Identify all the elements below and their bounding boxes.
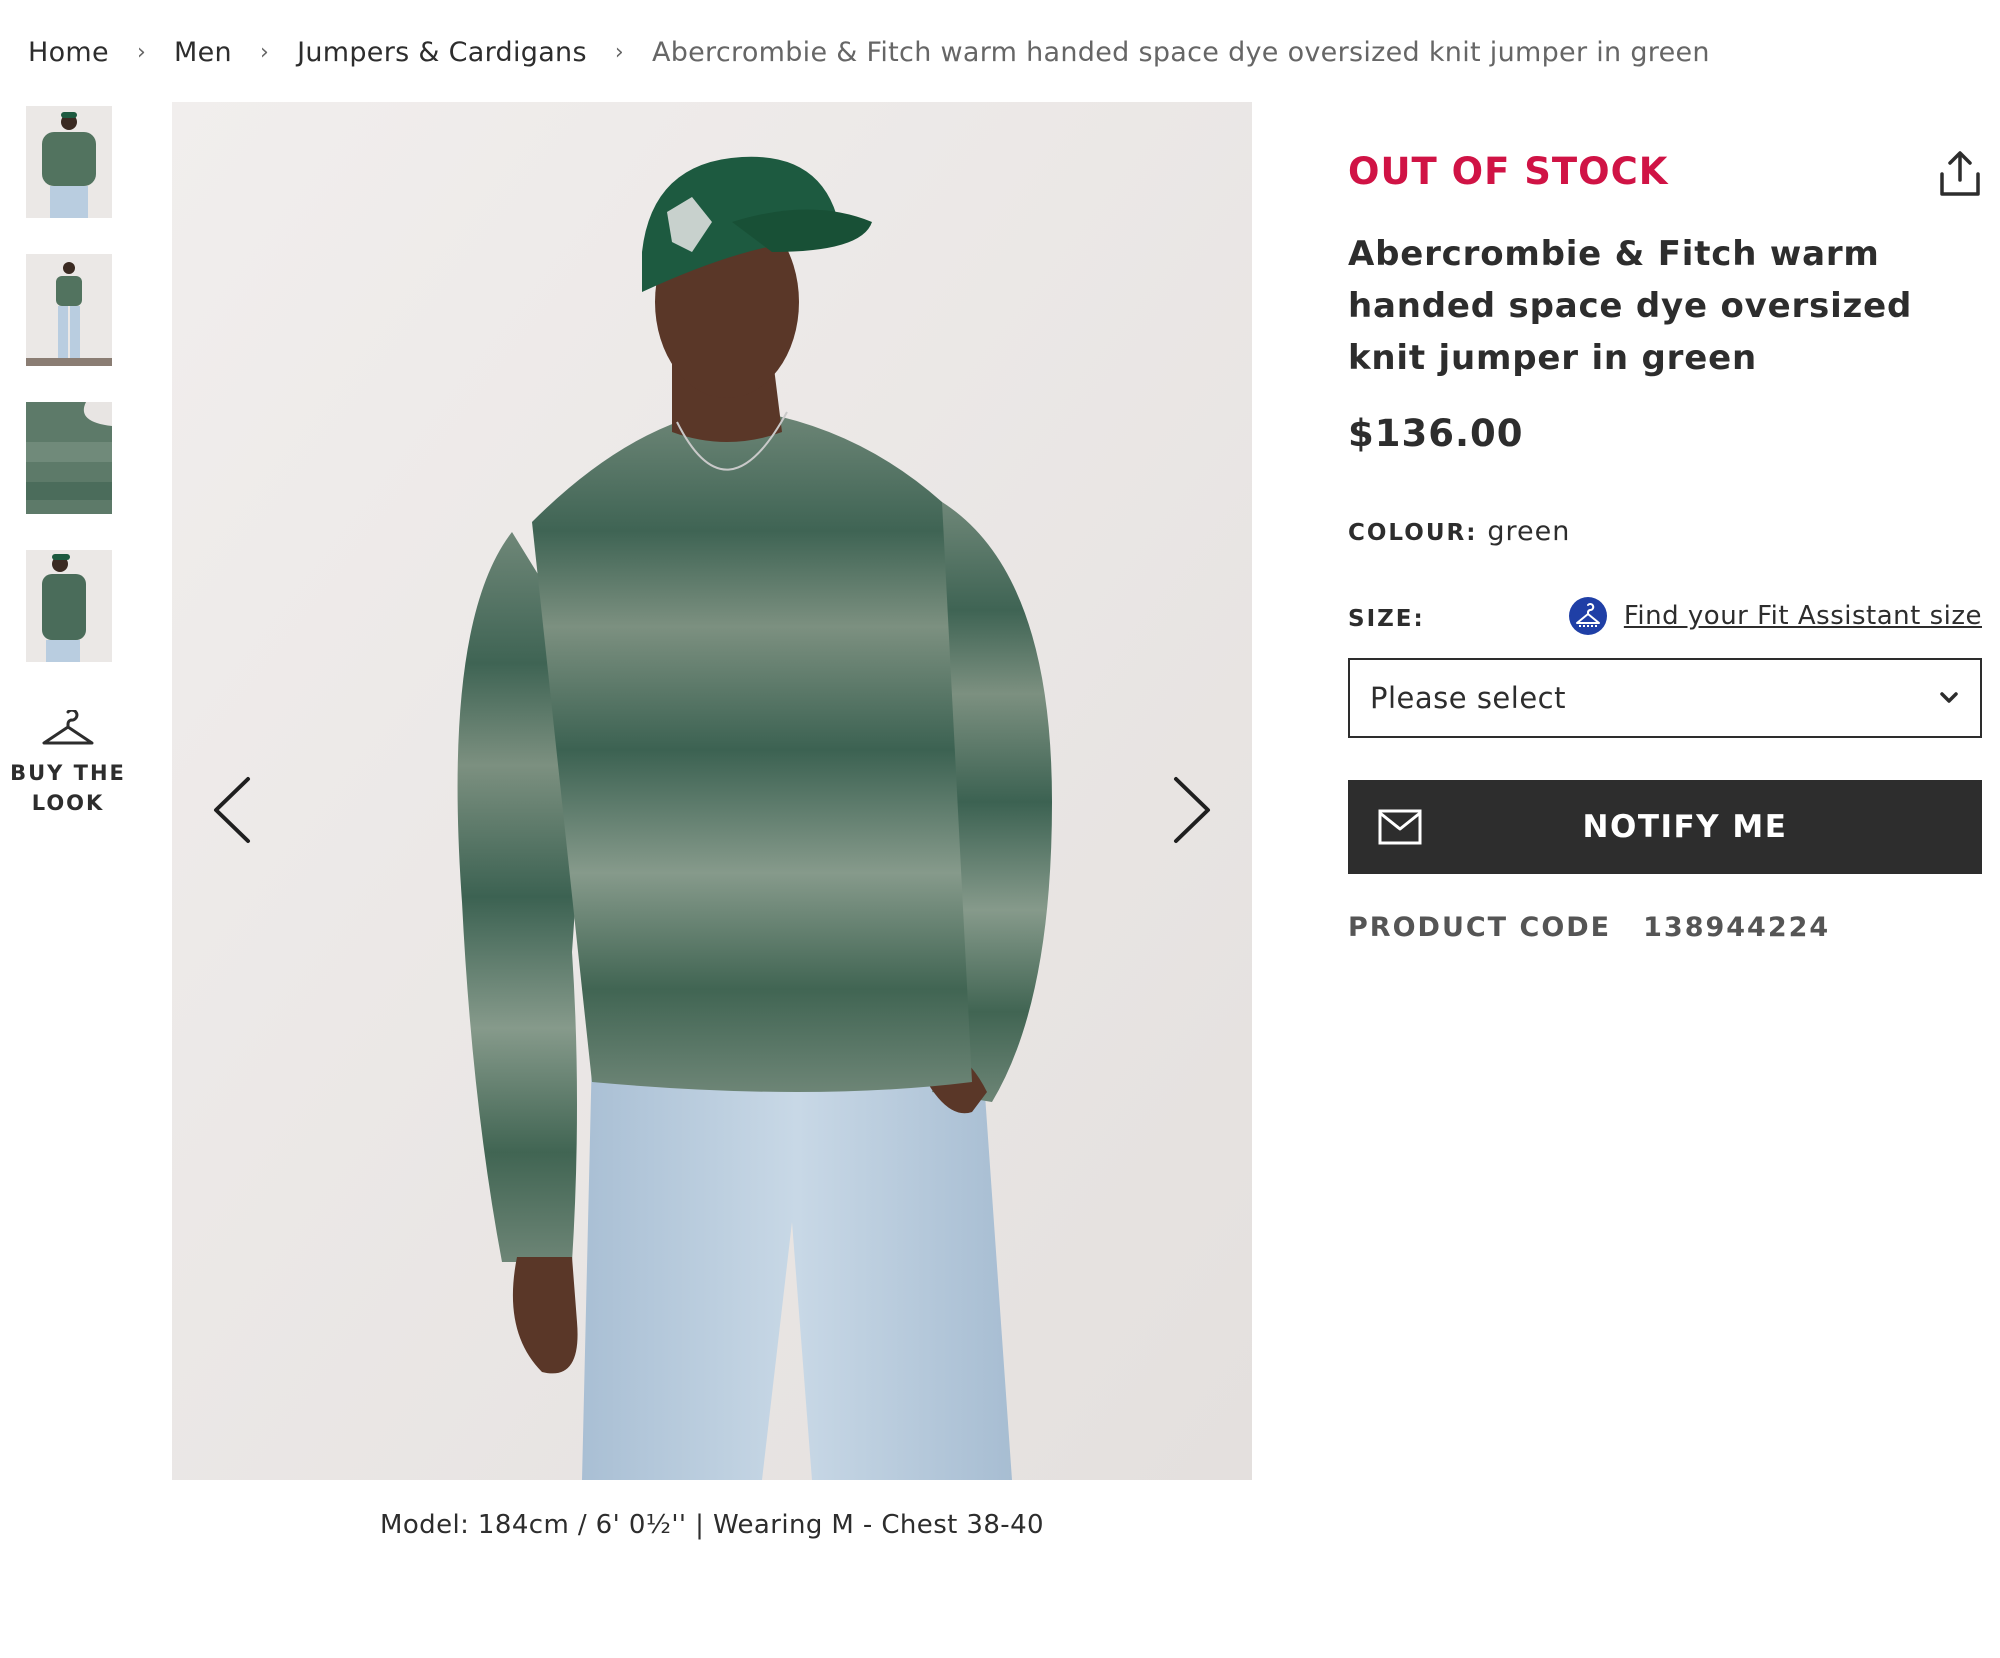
main-product-image (172, 102, 1252, 1480)
breadcrumb: Home › Men › Jumpers & Cardigans › Aberc… (28, 32, 1710, 72)
colour-value: green (1487, 516, 1571, 547)
share-button[interactable] (1938, 150, 1982, 198)
product-photo (172, 102, 1252, 1480)
breadcrumb-separator: › (259, 39, 270, 65)
product-code: PRODUCT CODE 138944224 (1348, 912, 1830, 943)
colour-row: COLOUR: green (1348, 516, 1570, 547)
mail-icon (1378, 809, 1422, 845)
previous-image-button[interactable] (202, 765, 262, 855)
thumbnail-4[interactable] (26, 550, 112, 662)
thumbnail-1[interactable] (26, 106, 112, 218)
thumbnail-1-image (26, 106, 112, 218)
stock-status: OUT OF STOCK (1348, 150, 1669, 193)
hanger-icon (42, 710, 94, 745)
product-price: $136.00 (1348, 412, 1524, 455)
next-image-button[interactable] (1162, 765, 1222, 855)
fit-assistant-link[interactable]: Find your Fit Assistant size (1568, 596, 1982, 636)
fit-assistant-label[interactable]: Find your Fit Assistant size (1624, 601, 1982, 631)
notify-me-button[interactable]: NOTIFY ME (1348, 780, 1982, 874)
thumbnail-3[interactable] (26, 402, 112, 514)
size-select[interactable]: Please select (1348, 658, 1982, 738)
buy-the-look-label: BUY THE LOOK (10, 761, 126, 815)
breadcrumb-jumpers-cardigans[interactable]: Jumpers & Cardigans (297, 37, 587, 68)
thumbnail-2[interactable] (26, 254, 112, 366)
breadcrumb-current: Abercrombie & Fitch warm handed space dy… (651, 36, 1710, 68)
product-code-value: 138944224 (1643, 912, 1831, 943)
chevron-down-icon (1940, 692, 1958, 703)
product-code-label: PRODUCT CODE (1348, 912, 1612, 943)
colour-label: COLOUR: (1348, 520, 1478, 546)
model-size-caption: Model: 184cm / 6' 0½'' | Wearing M - Che… (380, 1510, 1044, 1540)
breadcrumb-separator: › (136, 39, 147, 65)
share-icon (1940, 151, 1980, 196)
size-select-value: Please select (1370, 681, 1566, 715)
breadcrumb-men[interactable]: Men (174, 37, 232, 68)
fit-assistant-icon (1568, 597, 1607, 635)
thumbnail-2-image (26, 254, 112, 366)
size-label: SIZE: (1348, 606, 1425, 632)
notify-me-label: NOTIFY ME (1582, 809, 1788, 845)
breadcrumb-home[interactable]: Home (28, 37, 109, 68)
chevron-left-icon (214, 777, 250, 843)
breadcrumb-separator: › (614, 39, 624, 65)
buy-the-look-button[interactable]: BUY THE LOOK (8, 710, 128, 818)
product-title: Abercrombie & Fitch warm handed space dy… (1348, 234, 1913, 378)
chevron-right-icon (1174, 777, 1210, 843)
thumbnail-3-image (26, 402, 112, 514)
thumbnail-4-image (26, 550, 112, 662)
